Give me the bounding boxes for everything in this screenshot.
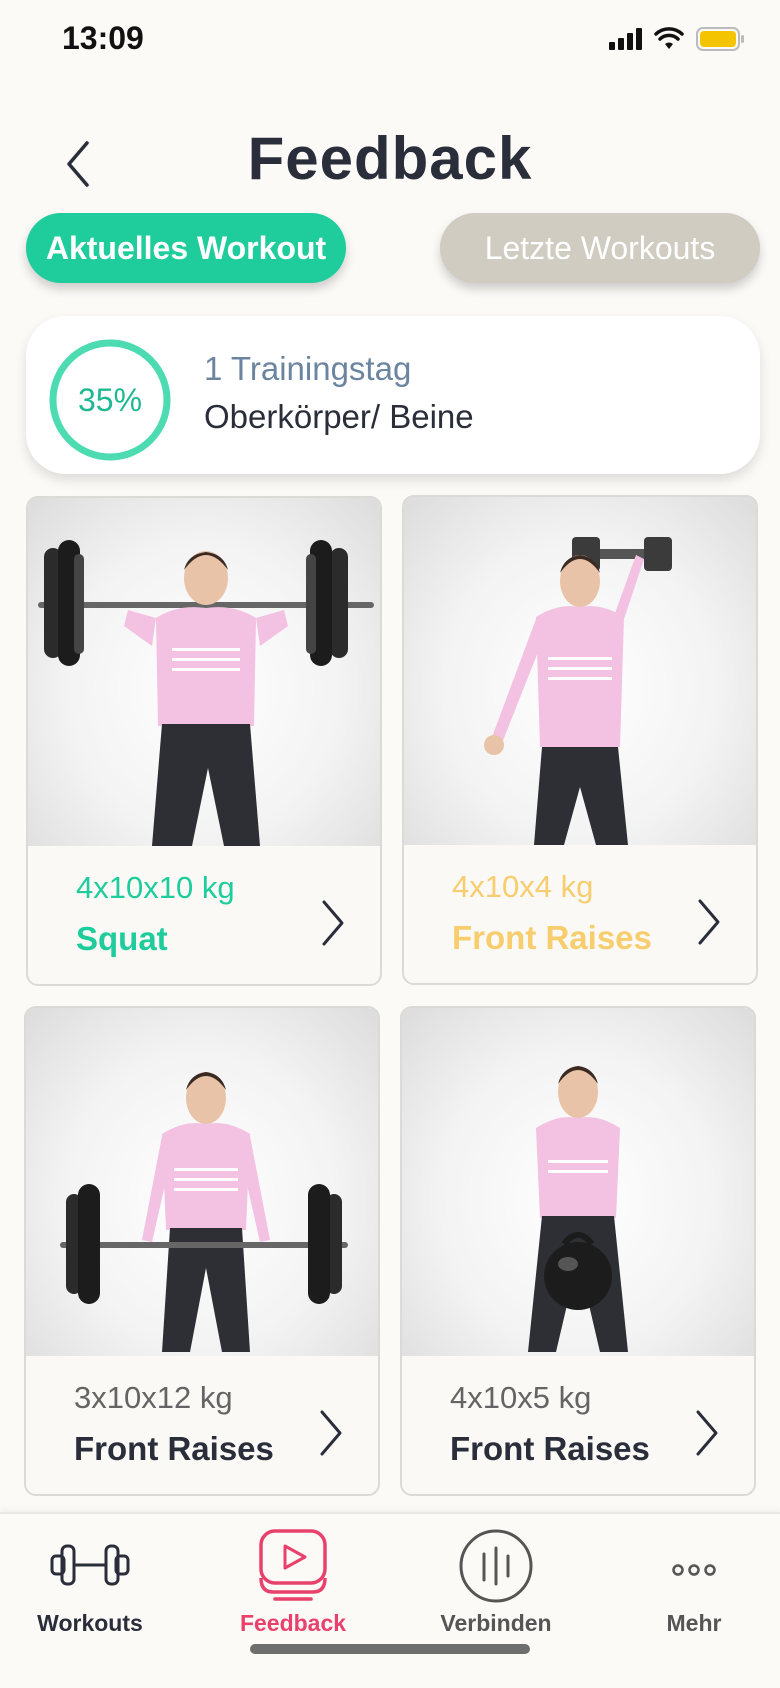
play-icon [259, 1529, 327, 1601]
exercise-sets: 4x10x5 kg [450, 1380, 592, 1415]
exercise-card-front-raises-3[interactable]: 4x10x5 kg Front Raises [400, 1006, 756, 1496]
exercise-name: Front Raises [450, 1430, 650, 1467]
nav-label: Feedback [239, 1610, 347, 1636]
nav-label: Workouts [37, 1610, 143, 1636]
exercise-image [28, 498, 380, 846]
nav-verbinden[interactable]: Verbinden [436, 1514, 556, 1664]
nav-workouts[interactable]: Workouts [30, 1514, 150, 1664]
exercise-sets: 3x10x12 kg [74, 1380, 233, 1415]
tab-current-workout[interactable]: Aktuelles Workout [26, 213, 346, 283]
exercise-image [404, 497, 756, 845]
status-time: 13:09 [62, 20, 144, 56]
chevron-right-icon [696, 1410, 718, 1456]
nav-feedback[interactable]: Feedback [233, 1514, 353, 1664]
nav-label: Verbinden [440, 1610, 552, 1636]
battery-icon [696, 26, 746, 52]
training-day: 1 Trainingstag [204, 350, 412, 387]
tab-last-workouts[interactable]: Letzte Workouts [440, 213, 760, 283]
exercise-name: Squat [76, 920, 168, 957]
chevron-right-icon [698, 899, 720, 945]
exercise-card-front-raises-2[interactable]: 3x10x12 kg Front Raises [24, 1006, 380, 1496]
chevron-right-icon [322, 900, 344, 946]
nav-mehr[interactable]: Mehr [634, 1514, 754, 1664]
exercise-card-squat[interactable]: 4x10x10 kg Squat [26, 496, 382, 986]
chevron-right-icon [320, 1410, 342, 1456]
nav-label: Mehr [666, 1610, 722, 1636]
dumbbell-icon [50, 1544, 130, 1586]
signal-icon [609, 28, 642, 50]
workout-name: Oberkörper/ Beine [204, 398, 474, 435]
more-icon [672, 1564, 716, 1576]
page-title: Feedback [247, 125, 533, 192]
home-indicator[interactable] [250, 1644, 530, 1654]
exercise-name: Front Raises [452, 919, 652, 956]
exercise-name: Front Raises [74, 1430, 274, 1467]
workout-summary-card[interactable]: 35% 1 Trainingstag Oberkörper/ Beine [26, 316, 760, 474]
exercise-card-front-raises-1[interactable]: 4x10x4 kg Front Raises [402, 495, 758, 985]
exercise-sets: 4x10x10 kg [76, 870, 235, 905]
exercise-image [402, 1008, 754, 1356]
wifi-icon [654, 27, 684, 51]
connect-icon [459, 1529, 533, 1603]
exercise-sets: 4x10x4 kg [452, 869, 594, 904]
bottom-nav: Workouts Feedback Verbinden Mehr [0, 1512, 780, 1688]
exercise-image [26, 1008, 378, 1356]
status-bar: 13:09 [0, 0, 780, 80]
progress-percent: 35% [77, 381, 143, 418]
